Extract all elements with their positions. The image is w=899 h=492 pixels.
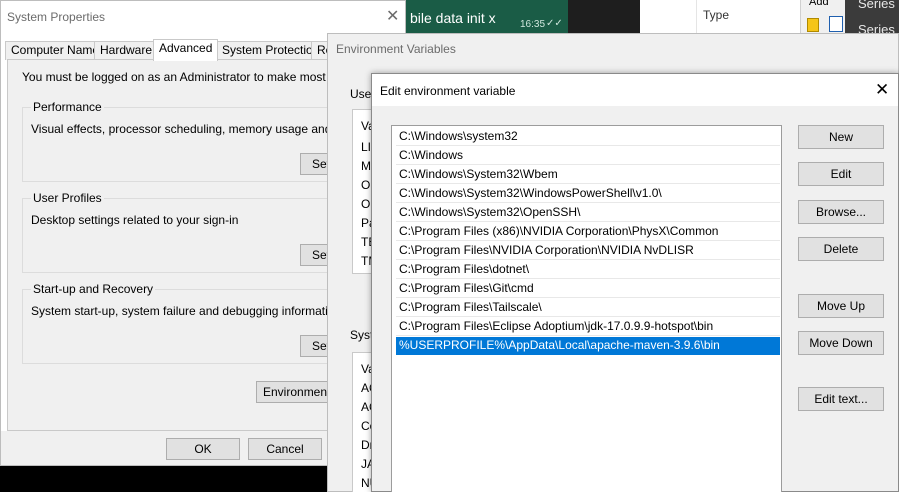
path-row[interactable]: C:\Program Files (x86)\NVIDIA Corporatio… [396,223,780,241]
ok-button[interactable]: OK [166,438,240,460]
add-label: Add [809,0,829,8]
admin-note: You must be logged on as an Administrato… [22,70,372,84]
group-title: Performance [31,100,104,114]
tab-hardware[interactable]: Hardware [94,41,159,60]
delete-button[interactable]: Delete [798,237,884,261]
tab-computer-name[interactable]: Computer Name [5,41,106,60]
chat-message: bile data init x [410,10,496,26]
edit-text-button[interactable]: Edit text... [798,387,884,411]
path-row[interactable]: C:\Windows [396,147,780,165]
path-row[interactable]: C:\Program Files\NVIDIA Corporation\NVID… [396,242,780,260]
folder-icon[interactable] [807,18,819,32]
group-description: Desktop settings related to your sign-in [31,213,239,227]
type-column-header[interactable]: Type [703,8,729,22]
group-title: Start-up and Recovery [31,282,156,296]
close-icon[interactable]: ✕ [875,80,889,100]
move-up-button[interactable]: Move Up [798,294,884,318]
window-title: Environment Variables [336,42,456,56]
tab-system-protection[interactable]: System Protection [216,41,326,60]
edit-button[interactable]: Edit [798,162,884,186]
path-row-selected[interactable]: %USERPROFILE%\AppData\Local\apache-maven… [396,337,780,355]
path-row[interactable]: C:\Windows\system32 [396,128,780,146]
tab-advanced[interactable]: Advanced [153,39,219,61]
path-row[interactable]: C:\Windows\System32\Wbem [396,166,780,184]
path-row[interactable]: C:\Program Files\dotnet\ [396,261,780,279]
path-row[interactable]: C:\Program Files\Tailscale\ [396,299,780,317]
edit-environment-variable-dialog: Edit environment variable ✕ C:\Windows\s… [371,73,899,492]
group-description: Visual effects, processor scheduling, me… [31,122,367,136]
title-bar[interactable]: Edit environment variable ✕ [372,74,898,106]
browse-button[interactable]: Browse... [798,200,884,224]
path-row[interactable]: C:\Program Files\Git\cmd [396,280,780,298]
path-row[interactable]: C:\Program Files\Eclipse Adoptium\jdk-17… [396,318,780,336]
sheet-icon[interactable] [829,16,843,32]
group-title: User Profiles [31,191,104,205]
close-icon[interactable]: ✕ [386,6,399,26]
read-ticks-icon: ✓✓ [546,18,563,29]
path-list[interactable]: C:\Windows\system32 C:\Windows C:\Windows\… [391,125,782,492]
new-button[interactable]: New [798,125,884,149]
dialog-title: Edit environment variable [380,84,516,98]
series-label: Series [858,0,895,11]
group-description: System start-up, system failure and debu… [31,304,342,318]
path-row[interactable]: C:\Windows\System32\OpenSSH\ [396,204,780,222]
cancel-button[interactable]: Cancel [248,438,322,460]
window-title: System Properties [7,10,106,24]
path-row[interactable]: C:\Windows\System32\WindowsPowerShell\v1… [396,185,780,203]
chat-time: 16:35 [520,19,546,30]
move-down-button[interactable]: Move Down [798,331,884,355]
